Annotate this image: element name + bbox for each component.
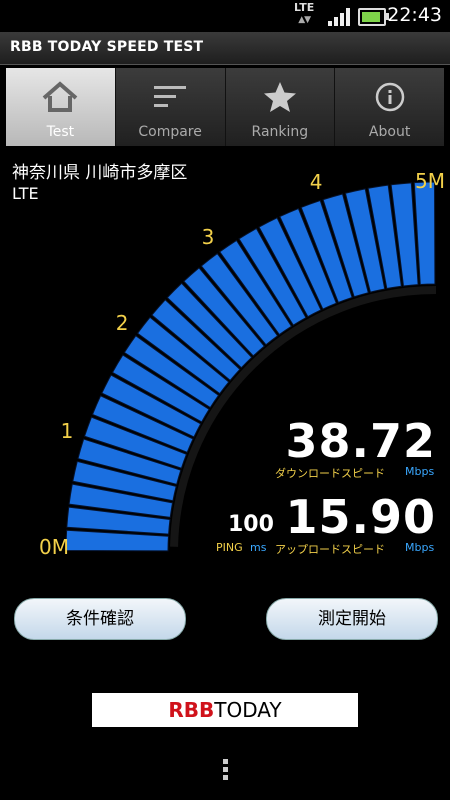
brand-prefix: RBB — [168, 698, 215, 722]
star-icon — [263, 82, 296, 112]
gauge-tick-label: 0M — [39, 535, 69, 559]
tab-bar: Test Compare Ranking About — [6, 68, 444, 146]
tab-compare-label: Compare — [138, 124, 202, 140]
conditions-button[interactable]: 条件確認 — [14, 598, 186, 640]
ping-value: 100 — [228, 512, 274, 537]
status-bar: LTE ▲▼ 22:43 — [0, 0, 450, 32]
lte-indicator: LTE ▲▼ — [294, 2, 314, 26]
gauge-tick-label: 2 — [116, 311, 129, 335]
tab-test[interactable]: Test — [6, 68, 116, 146]
gauge-tick-label: 4 — [310, 170, 323, 194]
list-icon — [154, 86, 187, 107]
upload-speed-unit: Mbps — [405, 541, 435, 554]
tab-test-label: Test — [46, 124, 75, 140]
info-icon — [375, 82, 404, 112]
upload-speed-value: 15.90 — [285, 490, 436, 544]
overflow-menu-icon[interactable] — [221, 756, 229, 783]
clock: 22:43 — [387, 4, 442, 26]
start-test-button[interactable]: 測定開始 — [266, 598, 438, 640]
rbb-today-logo: RBBTODAY — [92, 693, 358, 727]
tab-about-label: About — [368, 124, 411, 140]
signal-strength-icon — [328, 8, 350, 26]
tab-ranking-label: Ranking — [251, 124, 309, 140]
battery-icon — [358, 8, 389, 26]
home-icon — [43, 81, 78, 112]
tab-about[interactable]: About — [335, 68, 444, 146]
network-type: LTE — [294, 1, 315, 14]
upload-speed-label: アップロードスピード — [275, 543, 385, 556]
ping-unit: ms — [250, 541, 267, 554]
download-speed-unit: Mbps — [405, 465, 435, 478]
brand-suffix: TODAY — [214, 698, 282, 722]
data-activity-icon: ▲▼ — [298, 15, 311, 25]
app-title-bar: RBB TODAY SPEED TEST — [0, 32, 450, 65]
gauge-tick-label: 1 — [61, 419, 74, 443]
download-speed-label: ダウンロードスピード — [275, 467, 385, 480]
gauge-tick-label: 5M — [415, 169, 445, 193]
download-speed-value: 38.72 — [285, 414, 436, 468]
ping-label: PING — [216, 541, 243, 554]
app-title: RBB TODAY SPEED TEST — [10, 39, 204, 55]
gauge-tick-label: 3 — [202, 225, 215, 249]
tab-ranking[interactable]: Ranking — [225, 68, 336, 146]
tab-compare[interactable]: Compare — [115, 68, 226, 146]
